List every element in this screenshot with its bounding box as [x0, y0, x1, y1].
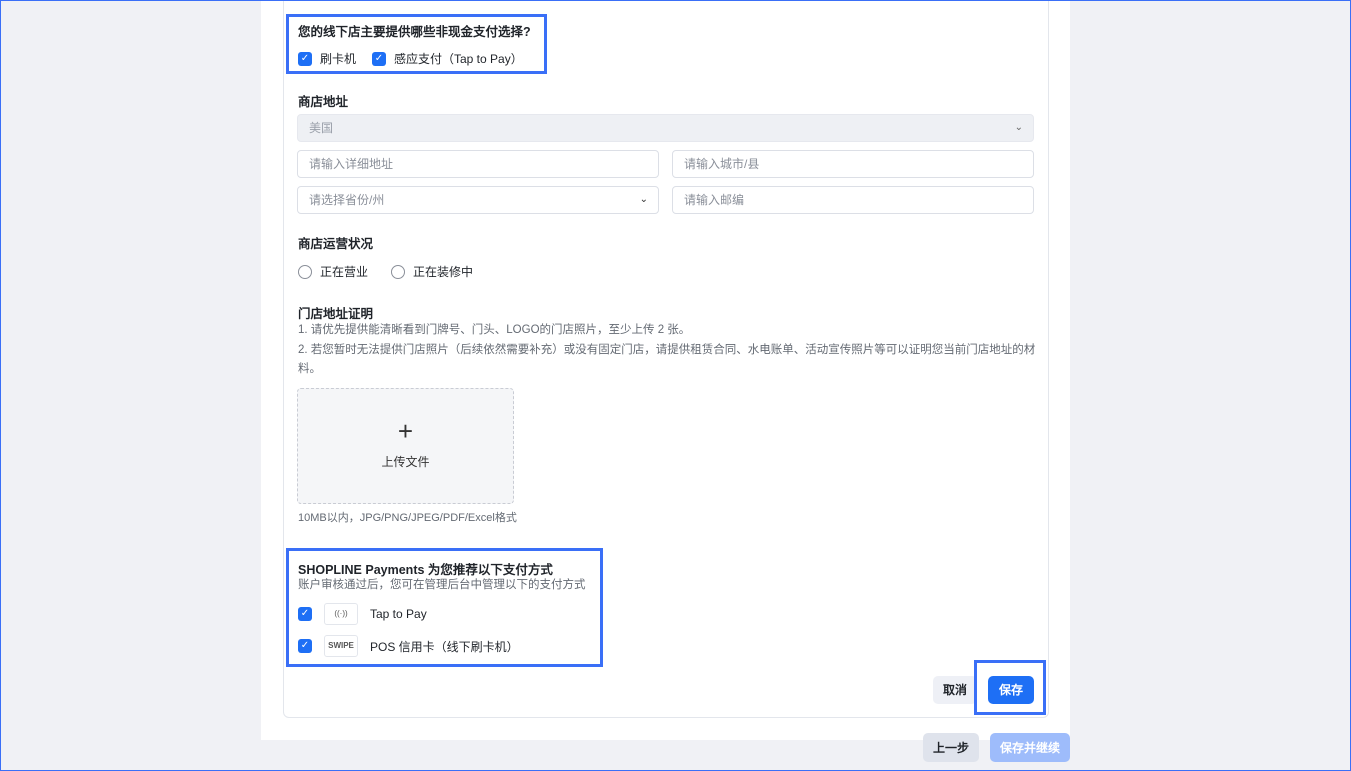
address-label: 商店地址: [298, 95, 349, 109]
highlight-box: [286, 14, 547, 74]
placeholder: 请选择省份/州: [309, 193, 385, 207]
zip-input[interactable]: 请输入邮编: [672, 186, 1034, 214]
proof-hint-2: 2. 若您暂时无法提供门店照片（后续依然需要补充）或没有固定门店，请提供租赁合同…: [298, 344, 1036, 375]
state-select[interactable]: 请选择省份/州 ⌄: [297, 186, 659, 214]
placeholder: 请输入详细地址: [309, 157, 394, 171]
radio-label: 正在装修中: [413, 265, 474, 279]
radio-open[interactable]: 正在营业: [298, 263, 368, 280]
save-continue-button[interactable]: 保存并继续: [990, 733, 1070, 762]
plus-icon: +: [397, 416, 414, 446]
placeholder: 请输入城市/县: [684, 157, 760, 171]
radio-renovating[interactable]: 正在装修中: [391, 263, 473, 280]
chevron-down-icon: ⌄: [1014, 122, 1023, 133]
prev-step-button[interactable]: 上一步: [923, 733, 979, 762]
upload-label: 上传文件: [381, 455, 430, 469]
upload-area[interactable]: + 上传文件: [297, 388, 514, 504]
radio-icon: [391, 264, 405, 279]
format-hint: 10MB以内，JPG/PNG/JPEG/PDF/Excel格式: [298, 512, 517, 524]
placeholder: 请输入邮编: [684, 193, 745, 207]
proof-hint-1: 1. 请优先提供能清晰看到门牌号、门头、LOGO的门店照片，至少上传 2 张。: [298, 324, 691, 336]
chevron-down-icon: ⌄: [639, 194, 648, 205]
highlight-box: [974, 660, 1046, 715]
highlight-box: [286, 548, 603, 667]
country-select[interactable]: 美国 ⌄: [297, 114, 1034, 142]
city-input[interactable]: 请输入城市/县: [672, 150, 1034, 178]
radio-icon: [298, 264, 312, 279]
radio-label: 正在营业: [320, 265, 369, 279]
detail-address-input[interactable]: 请输入详细地址: [297, 150, 659, 178]
country-value: 美国: [309, 121, 334, 135]
status-label: 商店运营状况: [298, 237, 374, 251]
proof-label: 门店地址证明: [298, 307, 374, 321]
cancel-button[interactable]: 取消: [933, 676, 977, 704]
